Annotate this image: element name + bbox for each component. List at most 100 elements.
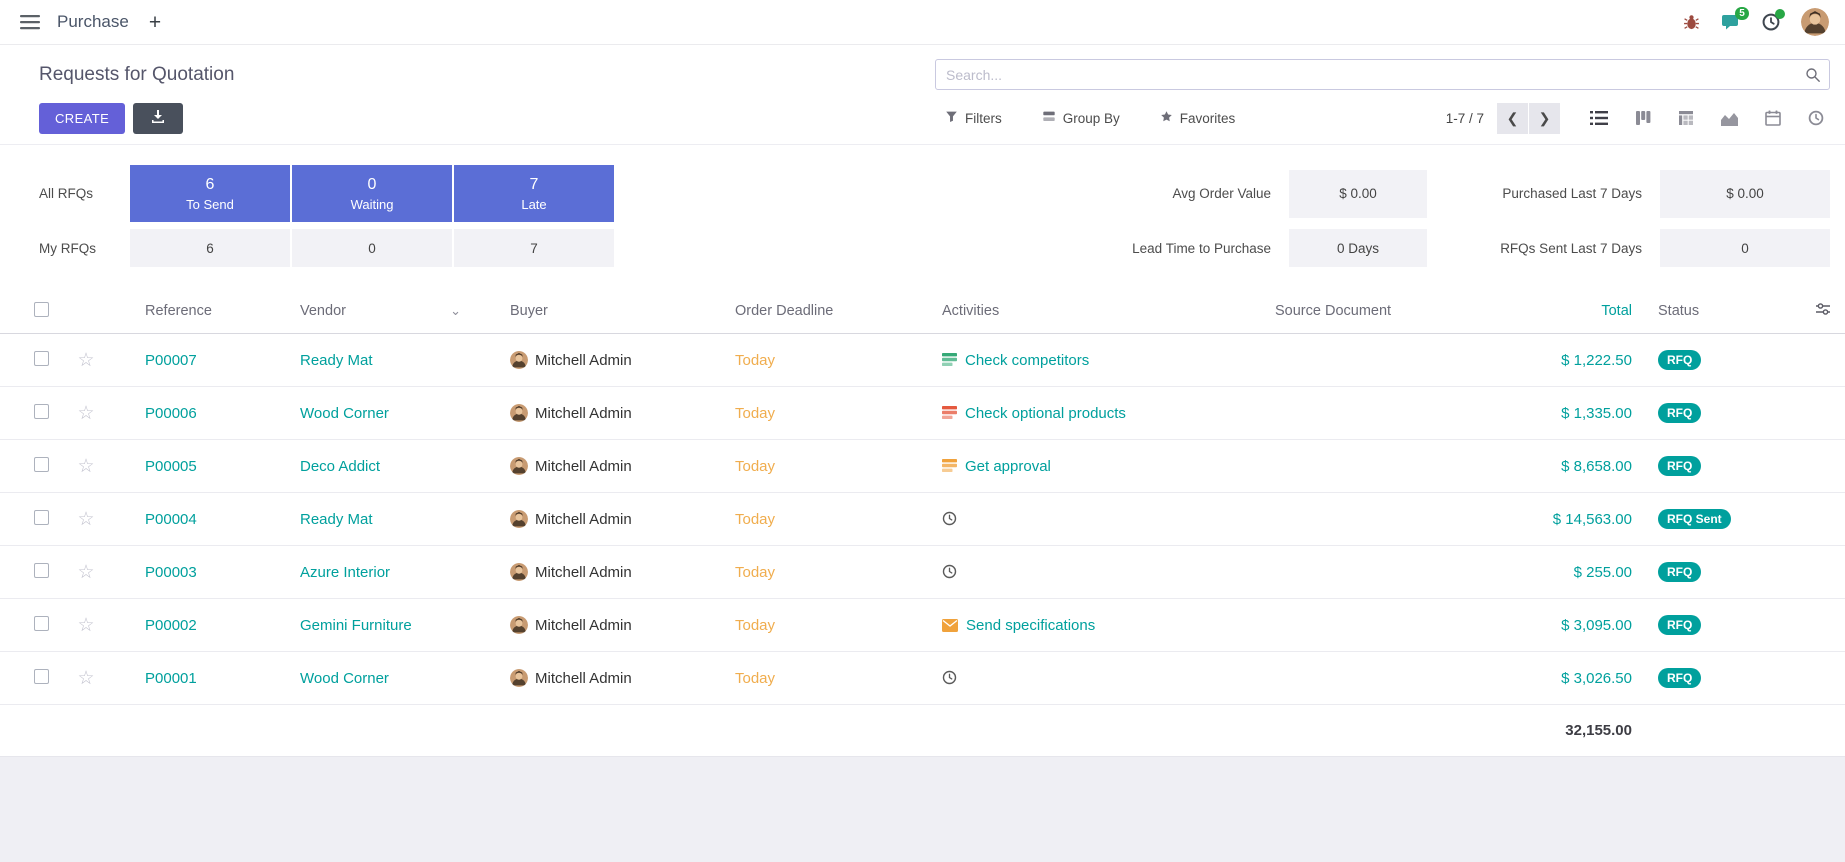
reference-link[interactable]: P00006 [145, 405, 197, 422]
column-header-source-document[interactable]: Source Document [1245, 291, 1500, 334]
pager-next-button[interactable]: ❯ [1529, 103, 1560, 134]
chevron-down-icon: ⌄ [450, 303, 461, 319]
purchase-dashboard: All RFQs 6To Send0Waiting7Late Avg Order… [0, 145, 1845, 291]
vendor-link[interactable]: Wood Corner [300, 405, 389, 422]
row-checkbox[interactable] [34, 351, 49, 366]
messages-icon[interactable]: 5 [1721, 13, 1741, 31]
apps-menu-icon[interactable] [16, 10, 44, 34]
lead-time-label: Lead Time to Purchase [1051, 241, 1271, 256]
vendor-link[interactable]: Gemini Furniture [300, 617, 412, 634]
kanban-box-my-1[interactable]: 0 [292, 229, 452, 267]
clock-icon[interactable] [942, 670, 957, 685]
status-badge: RFQ Sent [1658, 509, 1731, 529]
footer-row: 32,155.00 [0, 705, 1845, 757]
table-row[interactable]: ☆ P00001 Wood Corner Mitchell Admin Toda… [0, 652, 1845, 705]
table-row[interactable]: ☆ P00005 Deco Addict Mitchell Admin Toda… [0, 440, 1845, 493]
vendor-link[interactable]: Azure Interior [300, 564, 390, 581]
table-row[interactable]: ☆ P00006 Wood Corner Mitchell Admin Toda… [0, 387, 1845, 440]
favorite-star-icon[interactable]: ☆ [77, 615, 94, 636]
rfqs-sent-last-7-days[interactable]: 0 [1660, 229, 1830, 267]
favorites-label: Favorites [1180, 111, 1236, 126]
favorites-menu[interactable]: Favorites [1160, 110, 1236, 126]
reference-link[interactable]: P00002 [145, 617, 197, 634]
filters-menu[interactable]: Filters [945, 110, 1002, 126]
pager: 1-7 / 7 ❮ ❯ [1446, 103, 1560, 134]
purchased-last-7-days[interactable]: $ 0.00 [1660, 170, 1830, 218]
tasks-red-icon[interactable] [942, 405, 957, 420]
user-avatar[interactable] [1801, 8, 1829, 36]
activity-label[interactable]: Check competitors [965, 352, 1089, 369]
activity-label[interactable]: Send specifications [966, 617, 1095, 634]
reference-link[interactable]: P00005 [145, 458, 197, 475]
table-row[interactable]: ☆ P00004 Ready Mat Mitchell Admin Today … [0, 493, 1845, 546]
vendor-link[interactable]: Wood Corner [300, 670, 389, 687]
kanban-box-my-0[interactable]: 6 [130, 229, 290, 267]
reference-link[interactable]: P00003 [145, 564, 197, 581]
row-checkbox[interactable] [34, 616, 49, 631]
favorite-star-icon[interactable]: ☆ [77, 509, 94, 530]
row-checkbox[interactable] [34, 404, 49, 419]
pager-previous-button[interactable]: ❮ [1497, 103, 1528, 134]
view-calendar-button[interactable] [1765, 110, 1781, 126]
view-list-button[interactable] [1590, 110, 1608, 126]
table-row[interactable]: ☆ P00002 Gemini Furniture Mitchell Admin… [0, 599, 1845, 652]
reference-link[interactable]: P00007 [145, 352, 197, 369]
tasks-orange-icon[interactable] [942, 458, 957, 473]
page-title: Requests for Quotation [39, 64, 234, 86]
reference-link[interactable]: P00004 [145, 511, 197, 528]
avg-order-value[interactable]: $ 0.00 [1289, 170, 1427, 218]
vendor-link[interactable]: Deco Addict [300, 458, 380, 475]
column-header-buyer[interactable]: Buyer [473, 291, 701, 334]
favorite-star-icon[interactable]: ☆ [77, 668, 94, 689]
activities-clock-icon[interactable] [1762, 13, 1780, 31]
favorite-star-icon[interactable]: ☆ [77, 456, 94, 477]
column-header-total[interactable]: Total [1500, 291, 1650, 334]
clock-icon[interactable] [942, 511, 957, 526]
lead-time-value[interactable]: 0 Days [1289, 229, 1427, 267]
row-checkbox[interactable] [34, 669, 49, 684]
vendor-link[interactable]: Ready Mat [300, 352, 373, 369]
table-row[interactable]: ☆ P00007 Ready Mat Mitchell Admin Today … [0, 334, 1845, 387]
favorite-star-icon[interactable]: ☆ [77, 350, 94, 371]
search-input[interactable] [935, 59, 1830, 90]
export-button[interactable] [133, 103, 183, 134]
kanban-box-waiting[interactable]: 0Waiting [292, 165, 452, 222]
reference-link[interactable]: P00001 [145, 670, 197, 687]
activity-label[interactable]: Get approval [965, 458, 1051, 475]
table-row[interactable]: ☆ P00003 Azure Interior Mitchell Admin T… [0, 546, 1845, 599]
optional-columns-icon[interactable] [1815, 305, 1831, 321]
status-badge: RFQ [1658, 562, 1701, 582]
view-activity-button[interactable] [1808, 110, 1824, 126]
row-checkbox[interactable] [34, 457, 49, 472]
column-header-reference[interactable]: Reference [108, 291, 268, 334]
all-rfqs-label[interactable]: All RFQs [39, 186, 130, 201]
vendor-link[interactable]: Ready Mat [300, 511, 373, 528]
group-by-menu[interactable]: Group By [1042, 110, 1120, 126]
select-all-checkbox[interactable] [34, 302, 49, 317]
row-checkbox[interactable] [34, 510, 49, 525]
column-header-activities[interactable]: Activities [908, 291, 1245, 334]
view-kanban-button[interactable] [1635, 110, 1651, 126]
debug-bug-icon[interactable] [1683, 14, 1700, 31]
kanban-box-to-send[interactable]: 6To Send [130, 165, 290, 222]
envelope-orange-icon[interactable] [942, 619, 958, 632]
search-icon[interactable] [1805, 67, 1821, 88]
view-graph-button[interactable] [1721, 111, 1738, 126]
my-rfqs-label[interactable]: My RFQs [39, 241, 130, 256]
kanban-boxes-all: 6To Send0Waiting7Late [130, 165, 614, 222]
app-name[interactable]: Purchase [57, 12, 129, 32]
create-button[interactable]: CREATE [39, 103, 125, 134]
kanban-box-my-2[interactable]: 7 [454, 229, 614, 267]
view-pivot-button[interactable] [1678, 110, 1694, 126]
kanban-box-late[interactable]: 7Late [454, 165, 614, 222]
tasks-green-icon[interactable] [942, 352, 957, 367]
row-checkbox[interactable] [34, 563, 49, 578]
column-header-status[interactable]: Status [1650, 291, 1810, 334]
clock-icon[interactable] [942, 564, 957, 579]
column-header-order-deadline[interactable]: Order Deadline [701, 291, 908, 334]
activity-label[interactable]: Check optional products [965, 405, 1126, 422]
favorite-star-icon[interactable]: ☆ [77, 562, 94, 583]
column-header-vendor[interactable]: Vendor⌄ [268, 291, 473, 334]
plus-icon[interactable]: + [149, 12, 161, 33]
favorite-star-icon[interactable]: ☆ [77, 403, 94, 424]
